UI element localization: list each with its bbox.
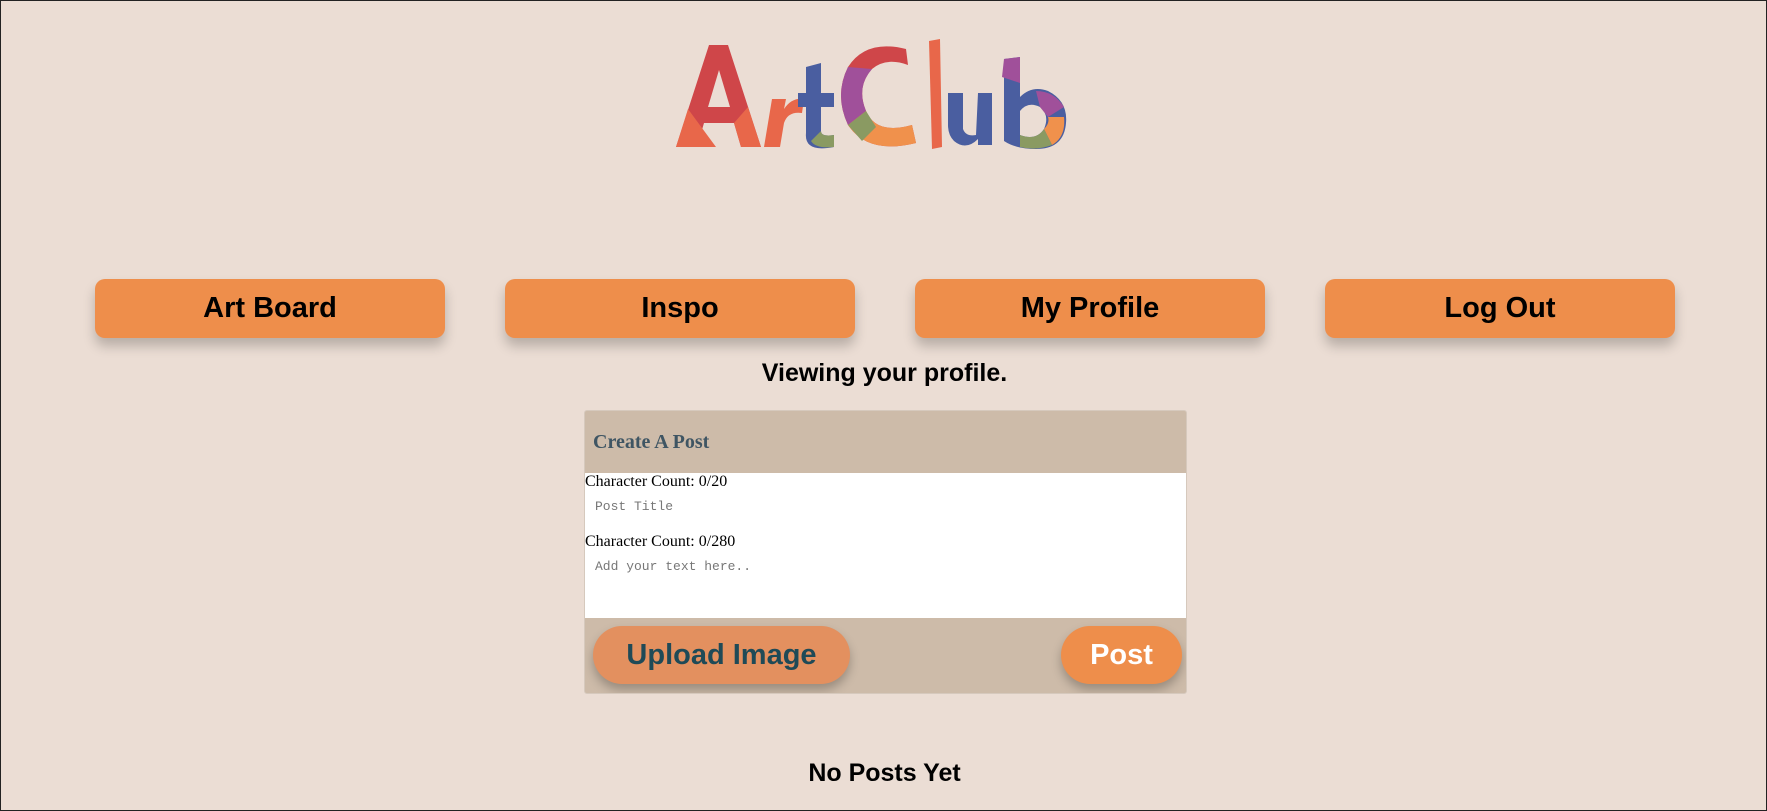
upload-image-button[interactable]: Upload Image bbox=[593, 626, 850, 684]
create-post-form: Character Count: 0/20 Character Count: 0… bbox=[585, 473, 1186, 618]
body-character-count: Character Count: 0/280 bbox=[585, 533, 736, 550]
create-post-title: Create A Post bbox=[593, 430, 710, 453]
post-text-input[interactable] bbox=[585, 551, 1186, 581]
post-button[interactable]: Post bbox=[1061, 626, 1182, 684]
nav-log-out-button[interactable]: Log Out bbox=[1325, 279, 1675, 338]
profile-status-text: Viewing your profile. bbox=[761, 359, 1008, 387]
create-post-actions: Upload Image Post bbox=[585, 618, 1186, 693]
artclub-logo bbox=[676, 37, 1091, 152]
nav-art-board-button[interactable]: Art Board bbox=[95, 279, 445, 338]
nav-my-profile-button[interactable]: My Profile bbox=[915, 279, 1265, 338]
title-character-count: Character Count: 0/20 bbox=[585, 473, 728, 490]
create-post-card: Create A Post Character Count: 0/20 Char… bbox=[584, 410, 1187, 694]
no-posts-message: No Posts Yet bbox=[808, 759, 961, 787]
logo-graphic bbox=[676, 39, 1067, 149]
nav-inspo-button[interactable]: Inspo bbox=[505, 279, 855, 338]
main-nav: Art Board Inspo My Profile Log Out bbox=[95, 279, 1675, 338]
post-title-input[interactable] bbox=[585, 491, 1186, 521]
